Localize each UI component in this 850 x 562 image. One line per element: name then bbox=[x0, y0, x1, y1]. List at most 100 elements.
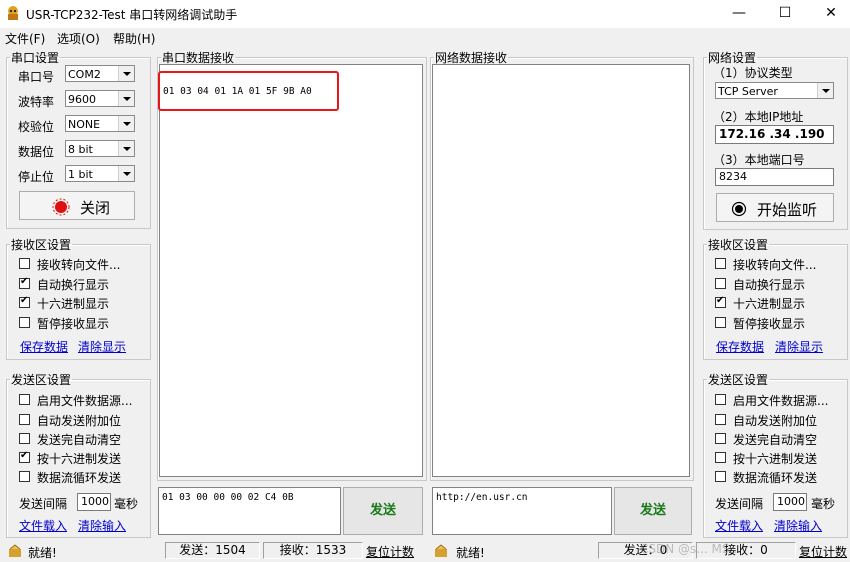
chevron-down-icon bbox=[118, 116, 134, 131]
left-recv-checkbox-3[interactable] bbox=[19, 317, 30, 328]
databits-value: 8 bit bbox=[68, 143, 93, 156]
left-send-checkbox-1[interactable] bbox=[19, 414, 30, 425]
right-status-ready: 就绪! bbox=[456, 546, 485, 560]
right-interval-input[interactable]: 1000 bbox=[773, 493, 807, 511]
right-send-option-0: 启用文件数据源... bbox=[733, 394, 829, 408]
red-light-icon bbox=[52, 198, 70, 216]
local-port-label: （3）本地端口号 bbox=[713, 153, 805, 167]
left-clear-input-link[interactable]: 清除输入 bbox=[78, 517, 126, 534]
right-load-file-link[interactable]: 文件载入 bbox=[715, 517, 763, 534]
left-recv-option-2: 十六进制显示 bbox=[37, 297, 110, 311]
port-select[interactable]: COM2 bbox=[65, 65, 135, 82]
chevron-down-icon bbox=[118, 91, 134, 106]
protocol-select[interactable]: TCP Server bbox=[715, 82, 834, 99]
right-send-option-2: 发送完自动清空 bbox=[733, 433, 818, 447]
serial-send-button[interactable]: 发送 bbox=[343, 487, 423, 535]
highlight-box bbox=[158, 71, 339, 111]
left-receive-legend: 接收区设置 bbox=[11, 238, 72, 252]
right-send-option-1: 自动发送附加位 bbox=[733, 414, 818, 428]
left-send-checkbox-4[interactable] bbox=[19, 471, 30, 482]
left-reset-count-button[interactable]: 复位计数 bbox=[366, 543, 414, 560]
right-recv-checkbox-2[interactable] bbox=[715, 295, 726, 308]
start-listen-label: 开始监听 bbox=[757, 201, 818, 219]
right-recv-option-2: 十六进制显示 bbox=[733, 297, 806, 311]
minimize-button[interactable]: — bbox=[716, 0, 762, 28]
window-title: USR-TCP232-Test 串口转网络调试助手 bbox=[26, 8, 238, 22]
baud-select[interactable]: 9600 bbox=[65, 90, 135, 107]
chevron-down-icon bbox=[118, 66, 134, 81]
left-clear-display-link[interactable]: 清除显示 bbox=[78, 338, 126, 355]
app-icon bbox=[8, 6, 18, 20]
network-receive-textarea[interactable] bbox=[432, 64, 690, 477]
left-save-data-link[interactable]: 保存数据 bbox=[20, 338, 68, 355]
menu-file[interactable]: 文件(F) bbox=[5, 30, 45, 47]
right-send-checkbox-2[interactable] bbox=[715, 433, 726, 444]
right-recv-checkbox-1[interactable] bbox=[715, 278, 726, 289]
ip-input[interactable]: 172.16 .34 .190 bbox=[715, 125, 834, 144]
right-reset-count-button[interactable]: 复位计数 bbox=[799, 543, 847, 560]
right-interval-unit: 毫秒 bbox=[811, 497, 836, 511]
left-recv-option-0: 接收转向文件... bbox=[37, 258, 121, 272]
menu-options[interactable]: 选项(O) bbox=[57, 30, 100, 47]
left-recv-option-1: 自动换行显示 bbox=[37, 278, 110, 292]
left-interval-label: 发送间隔 bbox=[19, 497, 68, 511]
right-recv-checkbox-3[interactable] bbox=[715, 317, 726, 328]
close-port-button[interactable]: 关闭 bbox=[19, 191, 135, 220]
ip-label: （2）本地IP地址 bbox=[713, 110, 804, 124]
menu-help[interactable]: 帮助(H) bbox=[113, 30, 155, 47]
port-value: COM2 bbox=[68, 68, 101, 81]
left-load-file-link[interactable]: 文件载入 bbox=[19, 517, 67, 534]
left-recv-checkbox-0[interactable] bbox=[19, 258, 30, 269]
left-status-ready: 就绪! bbox=[28, 546, 57, 560]
right-save-data-link[interactable]: 保存数据 bbox=[716, 338, 764, 355]
right-send-checkbox-1[interactable] bbox=[715, 414, 726, 425]
left-send-checkbox-3[interactable] bbox=[19, 450, 30, 463]
right-recv-checkbox-0[interactable] bbox=[715, 258, 726, 269]
stopbits-label: 停止位 bbox=[18, 170, 55, 184]
serial-receive-textarea[interactable]: 01 03 04 01 1A 01 5F 9B A0 bbox=[159, 64, 423, 477]
local-port-input[interactable]: 8234 bbox=[715, 168, 834, 186]
chevron-down-icon bbox=[817, 83, 833, 98]
right-send-checkbox-0[interactable] bbox=[715, 394, 726, 405]
left-send-checkbox-2[interactable] bbox=[19, 433, 30, 444]
right-receive-legend: 接收区设置 bbox=[708, 238, 769, 252]
left-interval-input[interactable]: 1000 bbox=[77, 493, 111, 511]
serial-send-textarea[interactable]: 01 03 00 00 00 02 C4 0B bbox=[158, 487, 341, 535]
protocol-value: TCP Server bbox=[718, 85, 778, 98]
close-port-label: 关闭 bbox=[80, 199, 111, 217]
parity-select[interactable]: NONE bbox=[65, 115, 135, 132]
right-clear-input-link[interactable]: 清除输入 bbox=[774, 517, 822, 534]
left-send-option-3: 按十六进制发送 bbox=[37, 452, 122, 466]
network-send-textarea[interactable]: http://en.usr.cn bbox=[432, 487, 612, 535]
left-send-checkbox-0[interactable] bbox=[19, 394, 30, 405]
databits-select[interactable]: 8 bit bbox=[65, 140, 135, 157]
network-send-button[interactable]: 发送 bbox=[614, 487, 692, 535]
left-received-count: 接收：1533 bbox=[263, 542, 363, 559]
left-send-option-1: 自动发送附加位 bbox=[37, 414, 122, 428]
stopbits-select[interactable]: 1 bit bbox=[65, 165, 135, 182]
right-recv-option-0: 接收转向文件... bbox=[733, 258, 817, 272]
maximize-button[interactable]: ☐ bbox=[762, 0, 808, 28]
close-window-button[interactable]: ✕ bbox=[808, 0, 850, 28]
left-recv-checkbox-2[interactable] bbox=[19, 295, 30, 308]
serial-settings-legend: 串口设置 bbox=[11, 51, 60, 65]
baud-value: 9600 bbox=[68, 93, 96, 106]
stopbits-value: 1 bit bbox=[68, 168, 93, 181]
status-ready-icon bbox=[435, 544, 447, 557]
right-send-checkbox-3[interactable] bbox=[715, 452, 726, 463]
network-send-content: http://en.usr.cn bbox=[436, 492, 528, 503]
record-icon bbox=[731, 201, 747, 217]
left-send-option-0: 启用文件数据源... bbox=[37, 394, 133, 408]
right-clear-display-link[interactable]: 清除显示 bbox=[775, 338, 823, 355]
right-send-checkbox-4[interactable] bbox=[715, 471, 726, 482]
left-interval-unit: 毫秒 bbox=[114, 497, 139, 511]
right-interval-label: 发送间隔 bbox=[715, 497, 764, 511]
status-ready-icon bbox=[9, 544, 21, 557]
right-recv-option-1: 自动换行显示 bbox=[733, 278, 806, 292]
chevron-down-icon bbox=[118, 141, 134, 156]
right-recv-option-3: 暂停接收显示 bbox=[733, 317, 806, 331]
left-send-option-4: 数据流循环发送 bbox=[37, 471, 122, 485]
watermark: CSDN @s... MS... bbox=[640, 542, 741, 556]
left-recv-checkbox-1[interactable] bbox=[19, 276, 30, 289]
start-listen-button[interactable]: 开始监听 bbox=[716, 193, 834, 222]
